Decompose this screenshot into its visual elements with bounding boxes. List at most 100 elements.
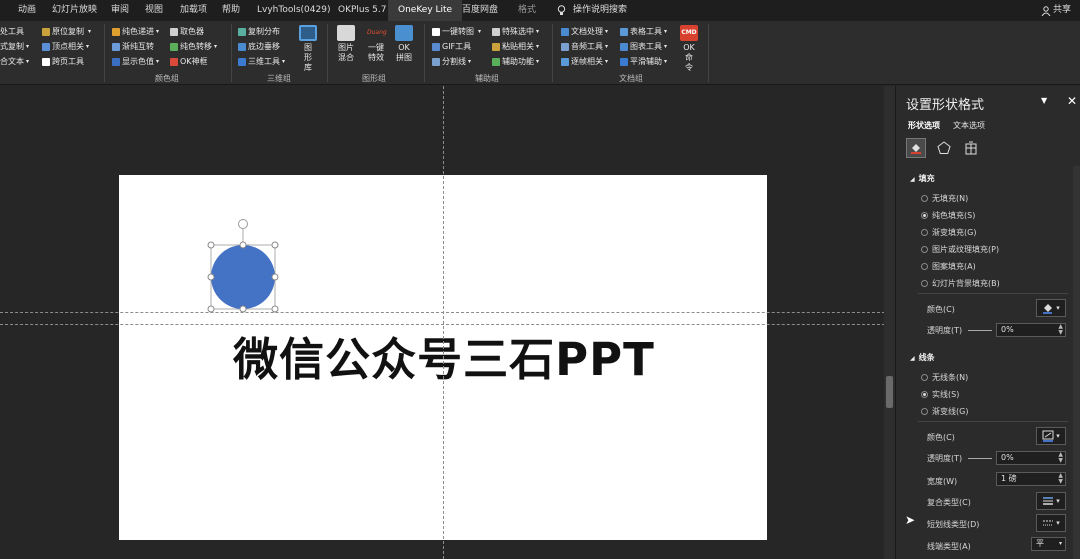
canvas-vertical-scrollbar[interactable]: [884, 86, 895, 559]
fill-option-picture-texture[interactable]: 图片或纹理填充(P): [921, 244, 999, 255]
radio-icon: [921, 246, 928, 253]
fill-option-pattern[interactable]: 图案填充(A): [921, 261, 976, 272]
compound-type-dropdown[interactable]: ▾: [1036, 492, 1066, 510]
tab-view[interactable]: 视图: [145, 0, 163, 21]
slide-editing-area[interactable]: 微信公众号三石PPT: [0, 86, 895, 559]
ribbon-col0-item-3[interactable]: 合文本 ▾: [0, 56, 29, 68]
share-button[interactable]: 共享: [1041, 0, 1071, 21]
rgb-icon: [112, 58, 120, 66]
pane-options-dropdown[interactable]: ▼: [1041, 96, 1047, 105]
fill-transparency-input[interactable]: 0% ▲ ▼: [996, 323, 1066, 337]
tab-format[interactable]: 格式: [518, 0, 536, 21]
divider: [918, 293, 1068, 294]
ribbon-col0-item-2[interactable]: 式复制 ▾: [0, 41, 29, 53]
line-option-none[interactable]: 无线条(N): [921, 372, 968, 383]
group-separator: [552, 24, 553, 82]
group-separator: [424, 24, 425, 82]
pen-icon: [1042, 430, 1054, 442]
ribbon-solid-transfer[interactable]: 纯色转移 ▾: [170, 41, 217, 53]
ribbon-smooth-assist[interactable]: 平滑辅助 ▾: [620, 56, 667, 68]
fill-option-slide-background[interactable]: 幻灯片背景填充(B): [921, 278, 1000, 289]
spinner-icon[interactable]: ▲ ▼: [1058, 473, 1063, 485]
ribbon-original-copy[interactable]: 原位复制 ▾: [42, 26, 91, 38]
frame-icon: [170, 58, 178, 66]
tab-slideshow[interactable]: 幻灯片放映: [52, 0, 97, 21]
line-transparency-input[interactable]: 0% ▲ ▼: [996, 451, 1066, 465]
ribbon-col0-item-1[interactable]: 处工具: [0, 26, 24, 38]
close-icon[interactable]: ✕: [1067, 94, 1077, 108]
lightbulb-icon: [557, 5, 566, 15]
ribbon-3d-tools[interactable]: 三维工具 ▾: [238, 56, 285, 68]
tab-text-options[interactable]: 文本选项: [953, 120, 985, 131]
chart-icon: [620, 43, 628, 51]
ribbon-assist-functions[interactable]: 辅助功能 ▾: [492, 56, 539, 68]
one-click-effect-button[interactable]: Duang 一键特效: [363, 25, 389, 63]
assist-icon: [492, 58, 500, 66]
tab-onekey-lite[interactable]: OneKey Lite: [388, 0, 463, 21]
tab-shape-options[interactable]: 形状选项: [908, 120, 940, 131]
size-properties-icon[interactable]: [961, 138, 981, 158]
fill-line-icon[interactable]: [906, 138, 926, 158]
ribbon-one-click-to-image[interactable]: 一键转图 ▾: [432, 26, 481, 38]
line-section-header[interactable]: ◢ 线条: [910, 352, 935, 363]
ribbon-chart-tools[interactable]: 图表工具 ▾: [620, 41, 667, 53]
ribbon-solid-progressive[interactable]: 纯色递进 ▾: [112, 26, 159, 38]
fill-option-solid[interactable]: 纯色填充(S): [921, 210, 975, 221]
ok-jigsaw-button[interactable]: OK拼图: [392, 25, 416, 63]
tab-lvyhtools[interactable]: LvyhTools(0429): [257, 0, 330, 21]
doc-icon: [561, 28, 569, 36]
fill-option-gradient[interactable]: 渐变填充(G): [921, 227, 976, 238]
ribbon-show-color-value[interactable]: 显示色值 ▾: [112, 56, 159, 68]
scrollbar-thumb[interactable]: [886, 376, 893, 408]
image-mix-button[interactable]: 图片混合: [333, 25, 359, 63]
line-color-button[interactable]: ▾: [1036, 427, 1066, 445]
selected-circle-shape[interactable]: [205, 215, 285, 315]
dash-type-dropdown[interactable]: ▾: [1036, 514, 1066, 532]
slide-title-text[interactable]: 微信公众号三石PPT: [219, 323, 669, 388]
tab-review[interactable]: 审阅: [111, 0, 129, 21]
effects-pentagon-icon[interactable]: [934, 138, 954, 158]
fill-transparency-slider[interactable]: [968, 330, 992, 331]
ribbon-frame-by-frame[interactable]: 逐帧相关 ▾: [561, 56, 608, 68]
ribbon-doc-processing[interactable]: 文档处理 ▾: [561, 26, 608, 38]
tab-animation[interactable]: 动画: [18, 0, 36, 21]
ribbon-bottom-edge-shift[interactable]: 底边垂移: [238, 41, 280, 53]
spinner-icon[interactable]: ▲ ▼: [1058, 452, 1063, 464]
shape-library-button[interactable]: 图形库: [296, 25, 320, 73]
ribbon-table-tools[interactable]: 表格工具 ▾: [620, 26, 667, 38]
tab-help[interactable]: 帮助: [222, 0, 240, 21]
paint-bucket-icon: [1043, 304, 1053, 314]
vertical-guide[interactable]: [443, 86, 444, 559]
ribbon-gif-tools[interactable]: GIF工具: [432, 41, 471, 53]
ribbon-color-picker[interactable]: 取色器: [170, 26, 204, 38]
ribbon-divider-line[interactable]: 分割线 ▾: [432, 56, 471, 68]
layers-stack-icon: [337, 25, 355, 41]
fill-option-none[interactable]: 无填充(N): [921, 193, 968, 204]
fill-section-header[interactable]: ◢ 填充: [910, 173, 935, 184]
tell-me-search[interactable]: 操作说明搜索: [557, 0, 627, 21]
fill-color-button[interactable]: ▾: [1036, 299, 1066, 317]
line-transparency-label: 透明度(T): [927, 454, 963, 463]
tab-baidu-netdisk[interactable]: 百度网盘: [462, 0, 498, 21]
ribbon-special-select[interactable]: 特殊选中 ▾: [492, 26, 539, 38]
line-width-input[interactable]: 1 磅 ▲ ▼: [996, 472, 1066, 486]
line-option-gradient[interactable]: 渐变线(G): [921, 406, 968, 417]
line-transparency-slider[interactable]: [968, 458, 992, 459]
tab-okplus[interactable]: OKPlus 5.7: [338, 0, 386, 21]
spinner-icon[interactable]: ▲ ▼: [1058, 324, 1063, 336]
ribbon-gradient-solid-convert[interactable]: 渐纯互转: [112, 41, 154, 53]
ok-command-button[interactable]: CMD OK命令: [677, 25, 701, 73]
line-width-label: 宽度(W): [927, 477, 958, 486]
ribbon-paste-related[interactable]: 粘贴相关 ▾: [492, 41, 539, 53]
line-option-solid[interactable]: 实线(S): [921, 389, 959, 400]
ribbon-audio-tools[interactable]: 音频工具 ▾: [561, 41, 608, 53]
palette-icon: [112, 28, 120, 36]
pane-scrollbar[interactable]: [1073, 166, 1080, 559]
ribbon-ok-frame[interactable]: OK神框: [170, 56, 208, 68]
ribbon-copy-distribute[interactable]: 复制分布: [238, 26, 280, 38]
smooth-icon: [620, 58, 628, 66]
ribbon-cross-page[interactable]: 跨页工具: [42, 56, 84, 68]
ribbon-vertex-related[interactable]: 顶点相关 ▾: [42, 41, 89, 53]
tab-addins[interactable]: 加载项: [180, 0, 207, 21]
cap-type-dropdown[interactable]: 平 ▾: [1031, 537, 1066, 551]
